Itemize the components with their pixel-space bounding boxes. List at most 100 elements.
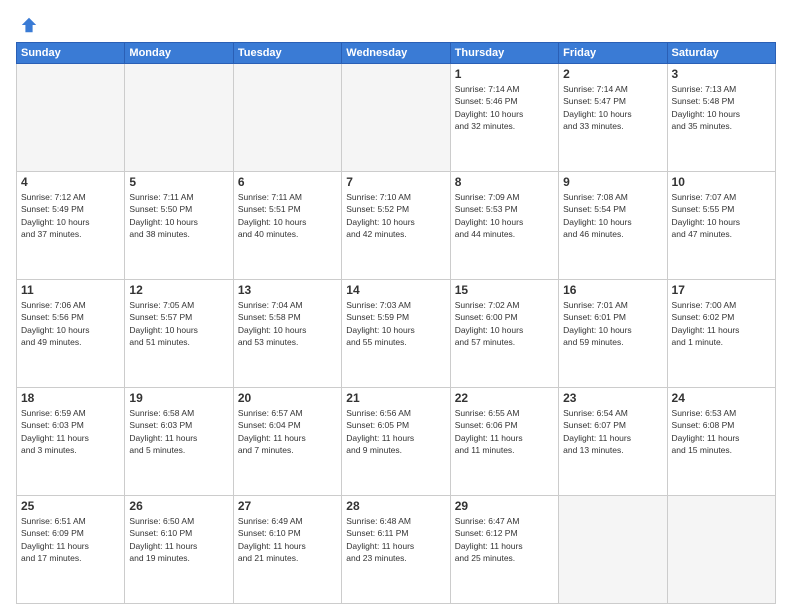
day-info: Sunrise: 7:07 AM Sunset: 5:55 PM Dayligh…	[672, 191, 771, 240]
day-info: Sunrise: 6:58 AM Sunset: 6:03 PM Dayligh…	[129, 407, 228, 456]
weekday-header-tuesday: Tuesday	[233, 43, 341, 64]
calendar-cell: 17 Sunrise: 7:00 AM Sunset: 6:02 PM Dayli…	[667, 280, 775, 388]
day-info: Sunrise: 6:56 AM Sunset: 6:05 PM Dayligh…	[346, 407, 445, 456]
logo-icon	[20, 16, 38, 34]
weekday-header-wednesday: Wednesday	[342, 43, 450, 64]
calendar-cell: 25 Sunrise: 6:51 AM Sunset: 6:09 PM Dayli…	[17, 496, 125, 604]
day-info: Sunrise: 6:53 AM Sunset: 6:08 PM Dayligh…	[672, 407, 771, 456]
day-number: 24	[672, 391, 771, 405]
page: SundayMondayTuesdayWednesdayThursdayFrid…	[0, 0, 792, 612]
day-number: 29	[455, 499, 554, 513]
day-info: Sunrise: 7:01 AM Sunset: 6:01 PM Dayligh…	[563, 299, 662, 348]
day-info: Sunrise: 6:49 AM Sunset: 6:10 PM Dayligh…	[238, 515, 337, 564]
day-info: Sunrise: 7:00 AM Sunset: 6:02 PM Dayligh…	[672, 299, 771, 348]
calendar-cell: 2 Sunrise: 7:14 AM Sunset: 5:47 PM Daylig…	[559, 64, 667, 172]
day-number: 14	[346, 283, 445, 297]
day-number: 8	[455, 175, 554, 189]
day-info: Sunrise: 6:48 AM Sunset: 6:11 PM Dayligh…	[346, 515, 445, 564]
day-number: 12	[129, 283, 228, 297]
day-number: 23	[563, 391, 662, 405]
week-row-2: 4Sunrise: 7:12 AM Sunset: 5:49 PM Daylig…	[17, 172, 776, 280]
day-number: 11	[21, 283, 120, 297]
calendar-cell: 12Sunrise: 7:05 AM Sunset: 5:57 PM Dayli…	[125, 280, 233, 388]
day-info: Sunrise: 7:06 AM Sunset: 5:56 PM Dayligh…	[21, 299, 120, 348]
calendar-cell: 8 Sunrise: 7:09 AM Sunset: 5:53 PM Daylig…	[450, 172, 558, 280]
day-number: 10	[672, 175, 771, 189]
day-number: 13	[238, 283, 337, 297]
weekday-header-monday: Monday	[125, 43, 233, 64]
logo	[16, 16, 38, 34]
calendar-cell: 23 Sunrise: 6:54 AM Sunset: 6:07 PM Dayli…	[559, 388, 667, 496]
day-number: 21	[346, 391, 445, 405]
calendar: SundayMondayTuesdayWednesdayThursdayFrid…	[16, 42, 776, 604]
day-number: 4	[21, 175, 120, 189]
week-row-4: 18 Sunrise: 6:59 AM Sunset: 6:03 PM Dayli…	[17, 388, 776, 496]
calendar-cell	[559, 496, 667, 604]
calendar-cell	[17, 64, 125, 172]
day-number: 27	[238, 499, 337, 513]
calendar-cell: 13 Sunrise: 7:04 AM Sunset: 5:58 PM Dayli…	[233, 280, 341, 388]
day-info: Sunrise: 6:47 AM Sunset: 6:12 PM Dayligh…	[455, 515, 554, 564]
day-number: 9	[563, 175, 662, 189]
weekday-header-saturday: Saturday	[667, 43, 775, 64]
calendar-cell: 29 Sunrise: 6:47 AM Sunset: 6:12 PM Dayli…	[450, 496, 558, 604]
day-info: Sunrise: 7:14 AM Sunset: 5:47 PM Dayligh…	[563, 83, 662, 132]
calendar-cell: 3 Sunrise: 7:13 AM Sunset: 5:48 PM Daylig…	[667, 64, 775, 172]
calendar-cell	[342, 64, 450, 172]
day-number: 17	[672, 283, 771, 297]
day-number: 19	[129, 391, 228, 405]
calendar-cell: 20Sunrise: 6:57 AM Sunset: 6:04 PM Dayli…	[233, 388, 341, 496]
day-number: 28	[346, 499, 445, 513]
day-number: 22	[455, 391, 554, 405]
calendar-cell: 22 Sunrise: 6:55 AM Sunset: 6:06 PM Dayli…	[450, 388, 558, 496]
day-number: 1	[455, 67, 554, 81]
day-info: Sunrise: 6:59 AM Sunset: 6:03 PM Dayligh…	[21, 407, 120, 456]
calendar-cell: 18 Sunrise: 6:59 AM Sunset: 6:03 PM Dayli…	[17, 388, 125, 496]
calendar-cell: 26 Sunrise: 6:50 AM Sunset: 6:10 PM Dayli…	[125, 496, 233, 604]
header	[16, 16, 776, 34]
calendar-cell: 9 Sunrise: 7:08 AM Sunset: 5:54 PM Daylig…	[559, 172, 667, 280]
calendar-cell: 1 Sunrise: 7:14 AM Sunset: 5:46 PM Daylig…	[450, 64, 558, 172]
day-info: Sunrise: 6:54 AM Sunset: 6:07 PM Dayligh…	[563, 407, 662, 456]
day-number: 26	[129, 499, 228, 513]
week-row-1: 1 Sunrise: 7:14 AM Sunset: 5:46 PM Daylig…	[17, 64, 776, 172]
week-row-5: 25 Sunrise: 6:51 AM Sunset: 6:09 PM Dayli…	[17, 496, 776, 604]
day-info: Sunrise: 7:11 AM Sunset: 5:51 PM Dayligh…	[238, 191, 337, 240]
day-number: 7	[346, 175, 445, 189]
day-info: Sunrise: 6:55 AM Sunset: 6:06 PM Dayligh…	[455, 407, 554, 456]
calendar-cell: 7 Sunrise: 7:10 AM Sunset: 5:52 PM Daylig…	[342, 172, 450, 280]
day-number: 25	[21, 499, 120, 513]
day-info: Sunrise: 7:10 AM Sunset: 5:52 PM Dayligh…	[346, 191, 445, 240]
day-number: 2	[563, 67, 662, 81]
day-info: Sunrise: 7:09 AM Sunset: 5:53 PM Dayligh…	[455, 191, 554, 240]
day-number: 15	[455, 283, 554, 297]
day-number: 5	[129, 175, 228, 189]
weekday-header-row: SundayMondayTuesdayWednesdayThursdayFrid…	[17, 43, 776, 64]
weekday-header-thursday: Thursday	[450, 43, 558, 64]
day-info: Sunrise: 6:50 AM Sunset: 6:10 PM Dayligh…	[129, 515, 228, 564]
day-info: Sunrise: 7:13 AM Sunset: 5:48 PM Dayligh…	[672, 83, 771, 132]
calendar-cell	[667, 496, 775, 604]
day-number: 18	[21, 391, 120, 405]
day-number: 3	[672, 67, 771, 81]
day-info: Sunrise: 7:04 AM Sunset: 5:58 PM Dayligh…	[238, 299, 337, 348]
calendar-cell: 27 Sunrise: 6:49 AM Sunset: 6:10 PM Dayli…	[233, 496, 341, 604]
day-info: Sunrise: 7:11 AM Sunset: 5:50 PM Dayligh…	[129, 191, 228, 240]
week-row-3: 11 Sunrise: 7:06 AM Sunset: 5:56 PM Dayli…	[17, 280, 776, 388]
day-number: 16	[563, 283, 662, 297]
calendar-cell	[125, 64, 233, 172]
weekday-header-sunday: Sunday	[17, 43, 125, 64]
calendar-cell: 14Sunrise: 7:03 AM Sunset: 5:59 PM Dayli…	[342, 280, 450, 388]
calendar-cell: 19 Sunrise: 6:58 AM Sunset: 6:03 PM Dayli…	[125, 388, 233, 496]
calendar-cell: 21 Sunrise: 6:56 AM Sunset: 6:05 PM Dayli…	[342, 388, 450, 496]
day-info: Sunrise: 7:02 AM Sunset: 6:00 PM Dayligh…	[455, 299, 554, 348]
day-info: Sunrise: 7:08 AM Sunset: 5:54 PM Dayligh…	[563, 191, 662, 240]
calendar-cell: 24 Sunrise: 6:53 AM Sunset: 6:08 PM Dayli…	[667, 388, 775, 496]
calendar-cell: 6 Sunrise: 7:11 AM Sunset: 5:51 PM Daylig…	[233, 172, 341, 280]
day-number: 6	[238, 175, 337, 189]
calendar-cell: 28 Sunrise: 6:48 AM Sunset: 6:11 PM Dayli…	[342, 496, 450, 604]
day-info: Sunrise: 6:51 AM Sunset: 6:09 PM Dayligh…	[21, 515, 120, 564]
day-info: Sunrise: 7:14 AM Sunset: 5:46 PM Dayligh…	[455, 83, 554, 132]
calendar-cell	[233, 64, 341, 172]
calendar-cell: 4Sunrise: 7:12 AM Sunset: 5:49 PM Daylig…	[17, 172, 125, 280]
